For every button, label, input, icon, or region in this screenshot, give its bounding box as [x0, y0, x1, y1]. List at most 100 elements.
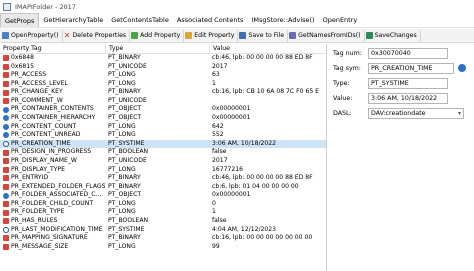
value-label: Value: — [333, 94, 353, 102]
menu-msgstore-advise[interactable]: IMsgStore::Advise() — [247, 13, 318, 27]
table-row[interactable]: PR_ENTRYID PT_BINARY cb:46, lpb: 00 00 00 … — [0, 174, 326, 183]
menu-getcontentstable[interactable]: GetContentsTable — [107, 13, 173, 27]
property-tag-cell: PR_MAPPING_SIGNATURE — [3, 234, 105, 243]
value-cell: 99 — [212, 242, 220, 250]
value-cell: cb:16, lpb: 00 00 00 00 00 00 00 — [212, 234, 313, 242]
value-cell: 642 — [212, 122, 224, 130]
table-row[interactable]: PR_CHANGE_KEY PT_BINARY cb:16, lpb: CB 10 … — [0, 88, 326, 97]
type-cell: PT_BINARY — [108, 54, 141, 61]
type-cell: PT_UNICODE — [108, 96, 147, 104]
lookup-icon[interactable] — [458, 64, 466, 72]
column-header-tag[interactable]: Property Tag — [0, 44, 106, 54]
table-row[interactable]: PR_CONTAINER_CONTENTS PT_OBJECT 0x00000001 — [0, 105, 326, 114]
tag-sym-field[interactable]: PR_CREATION_TIME — [368, 62, 454, 74]
object-icon — [3, 115, 9, 122]
value-cell: false — [212, 148, 227, 156]
property-icon — [3, 98, 9, 105]
table-row[interactable]: PR_CONTAINER_HIERARCHY PT_OBJECT 0x0000000… — [0, 114, 326, 123]
type-cell: PT_OBJECT — [108, 191, 142, 199]
save-changes-icon — [365, 32, 373, 39]
table-row[interactable]: PR_CONTENT_COUNT PT_LONG 642 — [0, 123, 326, 132]
type-cell: PT_BOOLEAN — [108, 148, 149, 156]
menu-associated-contents[interactable]: Associated Contents — [173, 13, 248, 27]
add-property-button[interactable]: Add Property — [130, 29, 185, 42]
table-row[interactable]: PR_MAPPING_SIGNATURE PT_BINARY cb:16, lpb:… — [0, 234, 326, 243]
save-to-file-label: Save to File — [248, 32, 285, 39]
property-tag-text: PR_MAPPING_SIGNATURE — [11, 234, 88, 242]
property-tag-cell: PR_DISPLAY_TYPE — [3, 166, 105, 175]
table-row[interactable]: PR_LAST_MODIFICATION_TIME PT_SYSTIME 4:04 … — [0, 226, 326, 235]
delete-properties-button[interactable]: ✕ Delete Properties — [63, 29, 131, 42]
property-detail-panel: Tag num: 0x30070040 Tag sym: PR_CREATION… — [328, 44, 474, 271]
save-to-file-button[interactable]: Save to File — [238, 29, 289, 42]
table-row[interactable]: PR_DISPLAY_NAME_W PT_UNICODE 2017 — [0, 157, 326, 166]
type-cell: PT_UNICODE — [108, 156, 147, 164]
value-cell: 0 — [212, 199, 216, 207]
tag-num-label: Tag num: — [333, 49, 362, 57]
property-tag-text: PR_CONTENT_COUNT — [11, 122, 77, 130]
title-bar: IMAPIFolder - 2017 — [0, 0, 474, 13]
property-tag-cell: PR_EXTENDED_FOLDER_FLAGS — [3, 183, 105, 192]
column-header-value[interactable]: Value — [210, 44, 326, 54]
type-cell: PT_BINARY — [108, 174, 141, 182]
property-tag-text: PR_FOLDER_TYPE — [11, 208, 65, 216]
table-row[interactable]: PR_DESIGN_IN_PROGRESS PT_BOOLEAN false — [0, 148, 326, 157]
property-tag-cell: PR_FOLDER_CHILD_COUNT — [3, 200, 105, 209]
save-changes-button[interactable]: SaveChanges — [365, 29, 421, 42]
property-tag-text: PR_FOLDER_CHILD_COUNT — [11, 199, 94, 207]
get-names-from-ids-button[interactable]: GetNamesFromIDs() — [288, 29, 365, 42]
clock-icon — [3, 226, 9, 233]
open-property-button[interactable]: OpenProperty() — [1, 29, 63, 42]
property-tag-text: PR_FOLDER_ASSOCIATED_C... — [11, 191, 102, 199]
object-icon — [3, 123, 9, 130]
value-cell: 3:06 AM, 10/18/2022 — [212, 139, 277, 147]
table-row[interactable]: PR_HAS_RULES PT_BOOLEAN false — [0, 217, 326, 226]
type-cell: PT_BINARY — [108, 182, 141, 190]
type-cell: PT_BINARY — [108, 234, 141, 242]
column-header-type[interactable]: Type — [106, 44, 210, 54]
property-icon — [3, 158, 9, 165]
menu-getprops[interactable]: GetProps — [0, 13, 40, 27]
property-tag-cell: PR_DESIGN_IN_PROGRESS — [3, 148, 105, 157]
property-tag-cell: PR_ENTRYID — [3, 174, 105, 183]
property-tag-cell: 0x6815 — [3, 63, 105, 72]
table-row[interactable]: PR_CONTENT_UNREAD PT_LONG 552 — [0, 131, 326, 140]
table-row[interactable]: PR_EXTENDED_FOLDER_FLAGS PT_BINARY cb:6, l… — [0, 183, 326, 192]
table-row[interactable]: PR_FOLDER_CHILD_COUNT PT_LONG 0 — [0, 200, 326, 209]
property-tag-text: PR_DESIGN_IN_PROGRESS — [11, 148, 92, 156]
edit-property-button[interactable]: Edit Property — [184, 29, 239, 42]
value-field[interactable]: 3:06 AM, 10/18/2022 — [368, 92, 448, 104]
menu-openentry[interactable]: OpenEntry — [319, 13, 362, 27]
property-tag-text: 0x6848 — [11, 54, 34, 61]
value-cell: 2017 — [212, 62, 228, 70]
app-icon — [3, 2, 11, 11]
table-row[interactable]: 0x6848 PT_BINARY cb:46, lpb: 00 00 00 00 8… — [0, 54, 326, 63]
menu-gethierarchytable[interactable]: GetHierarchyTable — [39, 13, 107, 27]
property-tag-text: PR_CHANGE_KEY — [11, 88, 63, 96]
table-row[interactable]: PR_DISPLAY_TYPE PT_LONG 16777216 — [0, 166, 326, 175]
table-row[interactable]: PR_ACCESS_LEVEL PT_LONG 1 — [0, 80, 326, 89]
edit-icon — [185, 32, 193, 39]
save-changes-label: SaveChanges — [374, 32, 417, 39]
table-row[interactable]: PR_COMMENT_W PT_UNICODE — [0, 97, 326, 106]
table-row[interactable]: PR_MESSAGE_SIZE PT_LONG 99 — [0, 243, 326, 252]
table-row[interactable]: PR_ACCESS PT_LONG 63 — [0, 71, 326, 80]
property-tag-text: PR_CONTAINER_CONTENTS — [11, 105, 94, 113]
property-list[interactable]: Property Tag Type Value 0x6848 PT_BINARY c… — [0, 44, 327, 271]
open-property-label: OpenProperty() — [11, 32, 59, 39]
delete-properties-label: Delete Properties — [72, 32, 127, 39]
add-icon — [131, 32, 139, 39]
property-tag-cell: PR_CONTENT_COUNT — [3, 123, 105, 132]
type-cell: PT_LONG — [108, 122, 136, 130]
table-row[interactable]: PR_FOLDER_ASSOCIATED_C... PT_OBJECT 0x0000… — [0, 191, 326, 200]
type-field[interactable]: PT_SYSTIME — [368, 77, 448, 89]
dasl-select[interactable]: DAV:creationdate ▾ — [368, 107, 464, 119]
table-row[interactable]: 0x6815 PT_UNICODE 2017 — [0, 63, 326, 72]
type-cell: PT_LONG — [108, 71, 136, 79]
property-icon — [3, 89, 9, 96]
tag-num-field[interactable]: 0x30070040 — [368, 47, 448, 59]
tag-sym-label: Tag sym: — [333, 64, 361, 72]
table-row[interactable]: PR_CREATION_TIME PT_SYSTIME 3:06 AM, 10/18… — [0, 139, 326, 149]
table-row[interactable]: PR_FOLDER_TYPE PT_LONG 1 — [0, 208, 326, 217]
property-tag-text: PR_DISPLAY_NAME_W — [11, 156, 77, 164]
